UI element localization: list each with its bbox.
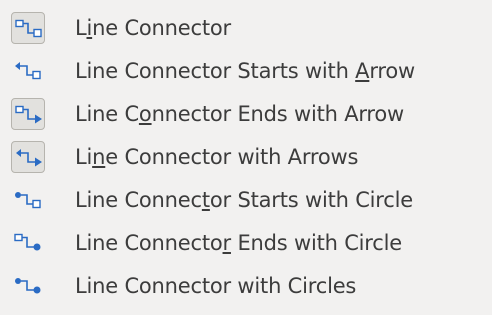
menu-item-line-connector-starts-with-circle[interactable]: Line Connector Starts with Circle [0,178,492,221]
line-connector-icon [11,11,45,44]
menu-item-label: Line Connector Starts with Circle [75,187,413,212]
line-connector-circles-icon [11,270,45,302]
menu-item-line-connector-with-arrows[interactable]: Line Connector with Arrows [0,135,492,178]
line-connector-ends-circle-icon [11,227,45,259]
connector-menu: Line Connector Line Connector Starts wit… [0,0,492,315]
menu-item-label: Line Connector Ends with Arrow [75,101,405,126]
line-connector-starts-circle-icon [11,184,45,216]
menu-item-label: Line Connector Starts with Arrow [75,58,416,83]
menu-item-line-connector-starts-with-arrow[interactable]: Line Connector Starts with Arrow [0,49,492,92]
line-connector-starts-arrow-icon [11,55,45,87]
line-connector-ends-arrow-icon [11,97,45,130]
menu-item-label: Line Connector Ends with Circle [75,230,402,255]
menu-item-label: Line Connector [75,15,231,40]
menu-item-label: Line Connector with Circles [75,273,357,298]
menu-item-line-connector-ends-with-arrow[interactable]: Line Connector Ends with Arrow [0,92,492,135]
menu-item-line-connector-ends-with-circle[interactable]: Line Connector Ends with Circle [0,221,492,264]
menu-item-line-connector[interactable]: Line Connector [0,6,492,49]
menu-item-label: Line Connector with Arrows [75,144,359,169]
line-connector-arrows-icon [11,140,45,173]
menu-item-line-connector-with-circles[interactable]: Line Connector with Circles [0,264,492,307]
